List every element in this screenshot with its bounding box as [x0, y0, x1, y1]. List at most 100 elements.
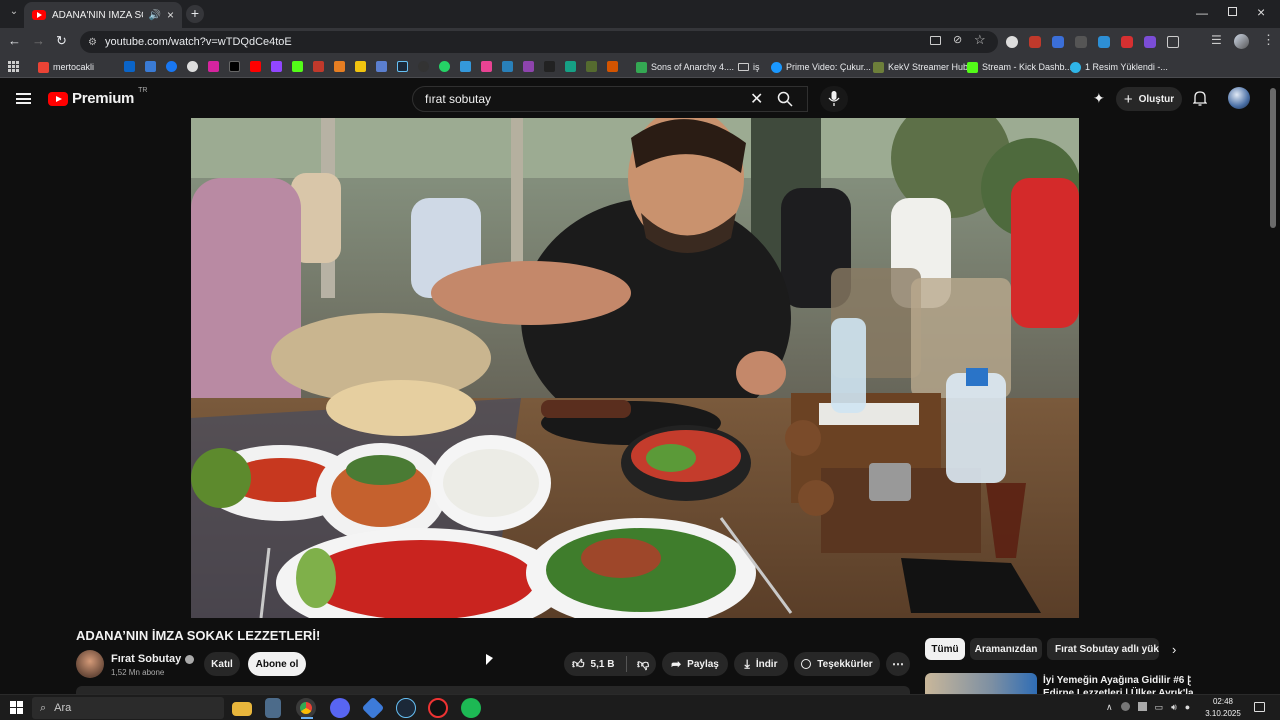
search-button[interactable]: [774, 88, 796, 110]
reload-icon[interactable]: ↻: [56, 33, 67, 49]
extension-icon[interactable]: [1006, 36, 1018, 48]
bookmark-item[interactable]: Sons of Anarchy 4....: [636, 60, 734, 74]
bookmark-favicon-icon[interactable]: [607, 61, 618, 72]
twitch-icon[interactable]: [271, 61, 282, 72]
extension-icon[interactable]: [1029, 36, 1041, 48]
sparkle-icon[interactable]: ✦: [1093, 90, 1105, 107]
site-info-icon[interactable]: ⚙: [88, 37, 97, 48]
channel-avatar[interactable]: [76, 650, 104, 678]
bookmark-star-icon[interactable]: ☆: [974, 32, 986, 48]
dislike-button[interactable]: 👎︎: [637, 657, 649, 672]
window-minimize-button[interactable]: —: [1196, 6, 1208, 20]
extension-icon[interactable]: [1144, 36, 1156, 48]
clock[interactable]: 02:48 3.10.2025: [1200, 696, 1246, 720]
voice-search-button[interactable]: [820, 86, 848, 112]
bookmark-favicon-icon[interactable]: [502, 61, 513, 72]
app-icon[interactable]: [428, 698, 448, 718]
bookmark-favicon-icon[interactable]: [544, 61, 555, 72]
steam-icon[interactable]: [396, 698, 416, 718]
tab-search-button[interactable]: ⌄: [6, 6, 22, 22]
notifications-bell-icon[interactable]: [1192, 90, 1208, 106]
page-scrollbar[interactable]: [1270, 88, 1276, 228]
hamburger-menu-icon[interactable]: [16, 93, 31, 104]
thanks-button[interactable]: Teşekkürler: [794, 652, 880, 676]
chip-all[interactable]: Tümü: [925, 638, 965, 660]
extension-icon[interactable]: [1098, 36, 1110, 48]
cast-icon[interactable]: [930, 36, 941, 45]
bookmark-item[interactable]: Stream - Kick Dashb...: [967, 60, 1072, 74]
extension-icon[interactable]: [1075, 36, 1087, 48]
app-icon[interactable]: [361, 696, 385, 720]
instagram-icon[interactable]: [208, 61, 219, 72]
tab-audio-icon[interactable]: 🔊: [149, 10, 161, 21]
back-icon[interactable]: ←: [8, 33, 21, 48]
create-button[interactable]: + Oluştur: [1116, 87, 1182, 111]
github-icon[interactable]: [418, 61, 429, 72]
discord-icon[interactable]: [330, 698, 350, 718]
chip-from-channel[interactable]: Fırat Sobutay adlı yükle: [1047, 638, 1159, 660]
tab-close-icon[interactable]: ×: [167, 8, 174, 22]
calculator-icon[interactable]: [265, 698, 281, 718]
search-input[interactable]: fırat sobutay: [412, 86, 808, 112]
chevron-up-icon[interactable]: ∧: [1106, 702, 1113, 713]
puzzle-icon[interactable]: [1167, 36, 1179, 48]
subscribe-button[interactable]: Abone ol: [248, 652, 306, 676]
bookmark-item[interactable]: Prime Video: Çukur...: [771, 60, 871, 74]
bookmark-favicon-icon[interactable]: [523, 61, 534, 72]
like-button[interactable]: 👍︎ 5,1 B: [572, 657, 626, 672]
window-close-button[interactable]: ×: [1257, 4, 1265, 20]
google-icon[interactable]: [187, 61, 198, 72]
new-tab-button[interactable]: +: [186, 5, 204, 23]
kick-icon[interactable]: [292, 61, 303, 72]
reading-list-icon[interactable]: ☰: [1211, 33, 1222, 47]
taskbar-search[interactable]: ⌕ Ara: [32, 697, 224, 719]
recommended-title[interactable]: İyi Yemeğin Ayağına Gidilir #6 | Edirne …: [1043, 674, 1194, 694]
extension-icon[interactable]: [1052, 36, 1064, 48]
download-button[interactable]: ⤓ İndir: [734, 652, 788, 676]
bookmark-item[interactable]: 1 Resim Yüklendi -...: [1070, 60, 1168, 74]
bookmark-favicon-icon[interactable]: [355, 61, 366, 72]
spotify-icon[interactable]: [461, 698, 481, 718]
network-icon[interactable]: ▭: [1155, 702, 1164, 713]
join-button[interactable]: Katıl: [204, 652, 240, 676]
address-bar[interactable]: ⚙ youtube.com/watch?v=wTDQdCe4toE: [80, 31, 998, 53]
notification-center-icon[interactable]: [1254, 702, 1265, 712]
facebook-icon[interactable]: [166, 61, 177, 72]
window-restore-button[interactable]: [1228, 7, 1237, 16]
clear-search-icon[interactable]: ✕: [750, 89, 763, 109]
bookmark-folder[interactable]: iş: [738, 60, 760, 74]
chip-from-search[interactable]: Aramanızdan: [970, 638, 1042, 660]
account-avatar[interactable]: [1228, 87, 1250, 109]
hide-icon[interactable]: ⊘: [953, 33, 962, 46]
whatsapp-icon[interactable]: [439, 61, 450, 72]
forward-icon[interactable]: →: [32, 33, 45, 48]
outlook-icon[interactable]: [124, 61, 135, 72]
active-tab[interactable]: ADANA'NIN İMZA SOKAK | 🔊 ×: [24, 2, 182, 28]
volume-icon[interactable]: 🔊︎: [1171, 702, 1177, 713]
share-button[interactable]: ➦ Paylaş: [662, 652, 728, 676]
tray-icon[interactable]: [1120, 702, 1130, 711]
tray-icon[interactable]: [1137, 702, 1147, 711]
extension-icon[interactable]: [1121, 36, 1133, 48]
video-player[interactable]: [191, 118, 1079, 618]
steam-icon[interactable]: [397, 61, 408, 72]
browser-menu-icon[interactable]: ⋮: [1262, 32, 1275, 48]
channel-name[interactable]: Fırat Sobutay: [111, 653, 195, 665]
bookmark-favicon-icon[interactable]: [376, 61, 387, 72]
recommended-more-icon[interactable]: ⋮: [1184, 674, 1196, 688]
more-actions-button[interactable]: ⋯: [886, 652, 910, 676]
windows-start-icon[interactable]: [10, 701, 23, 714]
x-icon[interactable]: [229, 61, 240, 72]
file-explorer-icon[interactable]: [232, 702, 252, 716]
chevron-right-icon[interactable]: ›: [1172, 642, 1176, 657]
bookmark-favicon-icon[interactable]: [145, 61, 156, 72]
profile-avatar[interactable]: [1234, 34, 1249, 49]
bookmark-item[interactable]: KekV Streamer Hub: [873, 60, 968, 74]
apps-grid-icon[interactable]: [8, 61, 19, 72]
youtube-icon[interactable]: [250, 61, 261, 72]
microphone-icon[interactable]: ●: [1185, 702, 1190, 713]
bookmark-item[interactable]: mertocakli: [38, 60, 94, 74]
recommended-thumbnail[interactable]: [925, 673, 1037, 694]
bookmark-favicon-icon[interactable]: [565, 61, 576, 72]
bookmark-favicon-icon[interactable]: [334, 61, 345, 72]
